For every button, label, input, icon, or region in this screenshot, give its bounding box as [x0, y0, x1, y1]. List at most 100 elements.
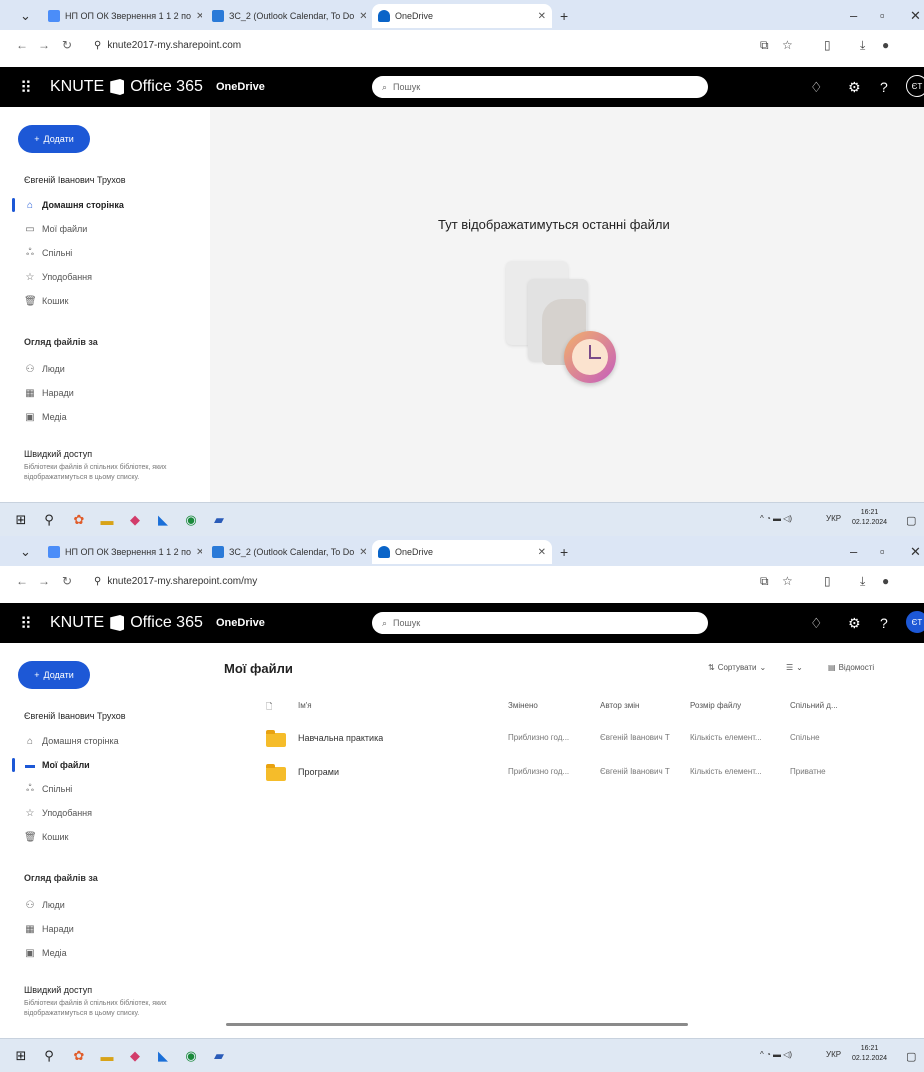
view-options-button[interactable]: ☰ ⌄: [786, 663, 803, 672]
close-icon[interactable]: ✕: [359, 547, 366, 558]
column-header-modified[interactable]: Змінено: [508, 701, 538, 710]
tab-search-icon[interactable]: ⌄: [20, 544, 31, 560]
reload-icon[interactable]: ↻: [62, 574, 72, 588]
site-info-icon[interactable]: ⚲: [94, 576, 101, 587]
nav-item-recycle-bin[interactable]: 🗑 Кошик: [12, 827, 202, 847]
close-icon[interactable]: ✕: [196, 547, 202, 558]
nav-item-recycle-bin[interactable]: 🗑 Кошик: [12, 291, 202, 311]
address-bar[interactable]: ⚲ knute2017-my.sharepoint.com: [86, 35, 734, 55]
install-app-icon[interactable]: ⧉: [760, 38, 769, 53]
nav-item-people[interactable]: ⚇ Люди: [12, 895, 202, 915]
search-input[interactable]: ⌕ Пошук: [372, 612, 708, 634]
nav-item-media[interactable]: ▣ Медіа: [12, 943, 202, 963]
create-button[interactable]: + Додати: [18, 661, 90, 689]
notifications-icon[interactable]: ▢: [906, 514, 916, 527]
window-close-icon[interactable]: ✕: [910, 544, 921, 560]
search-icon[interactable]: ⚲: [40, 1047, 58, 1065]
column-header-name[interactable]: Ім'я: [298, 701, 312, 710]
notifications-icon[interactable]: ▢: [906, 1050, 916, 1063]
start-icon[interactable]: ⊞: [12, 511, 30, 529]
forward-icon[interactable]: →: [38, 574, 50, 588]
app-launcher-icon[interactable]: ⠿: [20, 614, 32, 634]
browser-tab-1[interactable]: НП ОП ОК Звернення 1 1 2 по ✕: [42, 540, 202, 564]
nav-item-people[interactable]: ⚇ Люди: [12, 359, 202, 379]
side-panel-icon[interactable]: ▯: [824, 574, 831, 588]
diamond-icon[interactable]: ♢: [810, 79, 823, 96]
reload-icon[interactable]: ↻: [62, 38, 72, 52]
nav-item-shared[interactable]: ஃ Спільні: [12, 779, 202, 799]
close-icon[interactable]: ✕: [538, 11, 546, 22]
install-app-icon[interactable]: ⧉: [760, 574, 769, 589]
forward-icon[interactable]: →: [38, 38, 50, 52]
browser-tab-2[interactable]: ЗС_2 (Outlook Calendar, To Do ✕: [206, 4, 366, 28]
nav-item-my-files[interactable]: ▬ Мої файли: [12, 755, 202, 775]
details-pane-button[interactable]: ▤ Відомості: [828, 663, 874, 672]
column-header-size[interactable]: Розмір файлу: [690, 701, 741, 710]
help-icon[interactable]: ?: [880, 79, 888, 95]
app-name[interactable]: OneDrive: [216, 81, 265, 93]
nav-item-favorites[interactable]: ☆ Уподобання: [12, 267, 202, 287]
site-info-icon[interactable]: ⚲: [94, 40, 101, 51]
back-icon[interactable]: ←: [16, 574, 28, 588]
downloads-icon[interactable]: ⤓: [860, 574, 865, 589]
chrome-icon[interactable]: ◉: [182, 511, 200, 529]
window-close-icon[interactable]: ✕: [910, 8, 921, 24]
browser-tab-onedrive[interactable]: OneDrive ✕: [372, 540, 552, 564]
taskbar-app-icon[interactable]: ✿: [70, 511, 88, 529]
start-icon[interactable]: ⊞: [12, 1047, 30, 1065]
column-header-modified-by[interactable]: Автор змін: [600, 701, 639, 710]
file-explorer-icon[interactable]: ▬: [98, 1047, 116, 1065]
taskbar-app-icon[interactable]: ▰: [210, 1047, 228, 1065]
browser-tab-2[interactable]: ЗС_2 (Outlook Calendar, To Do ✕: [206, 540, 366, 564]
search-input[interactable]: ⌕ Пошук: [372, 76, 708, 98]
nav-item-media[interactable]: ▣ Медіа: [12, 407, 202, 427]
clock[interactable]: 16:21 02.12.2024: [852, 1044, 887, 1064]
taskbar-app-icon[interactable]: ✿: [70, 1047, 88, 1065]
taskbar-app-icon[interactable]: ▰: [210, 511, 228, 529]
settings-gear-icon[interactable]: ⚙: [848, 615, 861, 632]
table-row[interactable]: Програми Приблизно год... Євгеній Іванов…: [266, 761, 916, 791]
browser-tab-onedrive[interactable]: OneDrive ✕: [372, 4, 552, 28]
file-explorer-icon[interactable]: ▬: [98, 511, 116, 529]
taskbar-app-icon[interactable]: ◆: [126, 1047, 144, 1065]
file-name[interactable]: Програми: [298, 767, 339, 777]
app-launcher-icon[interactable]: ⠿: [20, 78, 32, 98]
create-button[interactable]: + Додати: [18, 125, 90, 153]
tray-icons[interactable]: ^ ◔ ▬ ◁): [760, 1050, 792, 1059]
avatar[interactable]: ЄТ: [906, 75, 924, 97]
profile-icon[interactable]: ●: [882, 574, 889, 588]
file-name[interactable]: Навчальна практика: [298, 733, 383, 743]
sort-button[interactable]: ⇅ Сортувати ⌄: [708, 663, 766, 672]
diamond-icon[interactable]: ♢: [810, 615, 823, 632]
downloads-icon[interactable]: ⤓: [860, 38, 865, 53]
avatar[interactable]: ЄТ: [906, 611, 924, 633]
nav-item-home[interactable]: ⌂ Домашня сторінка: [12, 731, 202, 751]
browser-tab-1[interactable]: НП ОП ОК Звернення 1 1 2 по ✕: [42, 4, 202, 28]
language-indicator[interactable]: УКР: [826, 514, 841, 523]
nav-item-home[interactable]: ⌂ Домашня сторінка: [12, 195, 202, 215]
brand[interactable]: KNUTE Office 365: [50, 78, 203, 96]
bookmark-star-icon[interactable]: ☆: [782, 574, 793, 588]
profile-icon[interactable]: ●: [882, 38, 889, 52]
minimize-icon[interactable]: –: [850, 8, 857, 23]
side-panel-icon[interactable]: ▯: [824, 38, 831, 52]
app-name[interactable]: OneDrive: [216, 617, 265, 629]
column-header-sharing[interactable]: Спільний д...: [790, 701, 886, 710]
back-icon[interactable]: ←: [16, 38, 28, 52]
close-icon[interactable]: ✕: [359, 11, 366, 22]
taskbar-app-icon[interactable]: ◣: [154, 511, 172, 529]
chrome-icon[interactable]: ◉: [182, 1047, 200, 1065]
table-row[interactable]: Навчальна практика Приблизно год... Євге…: [266, 727, 916, 757]
horizontal-scrollbar[interactable]: [226, 1023, 688, 1026]
taskbar-app-icon[interactable]: ◣: [154, 1047, 172, 1065]
new-tab-icon[interactable]: +: [560, 8, 568, 24]
nav-item-favorites[interactable]: ☆ Уподобання: [12, 803, 202, 823]
clock[interactable]: 16:21 02.12.2024: [852, 508, 887, 528]
new-tab-icon[interactable]: +: [560, 544, 568, 560]
nav-item-meetings[interactable]: ▦ Наради: [12, 383, 202, 403]
nav-item-shared[interactable]: ஃ Спільні: [12, 243, 202, 263]
tab-search-icon[interactable]: ⌄: [20, 8, 31, 24]
language-indicator[interactable]: УКР: [826, 1050, 841, 1059]
address-bar[interactable]: ⚲ knute2017-my.sharepoint.com/my: [86, 571, 734, 591]
taskbar-app-icon[interactable]: ◆: [126, 511, 144, 529]
